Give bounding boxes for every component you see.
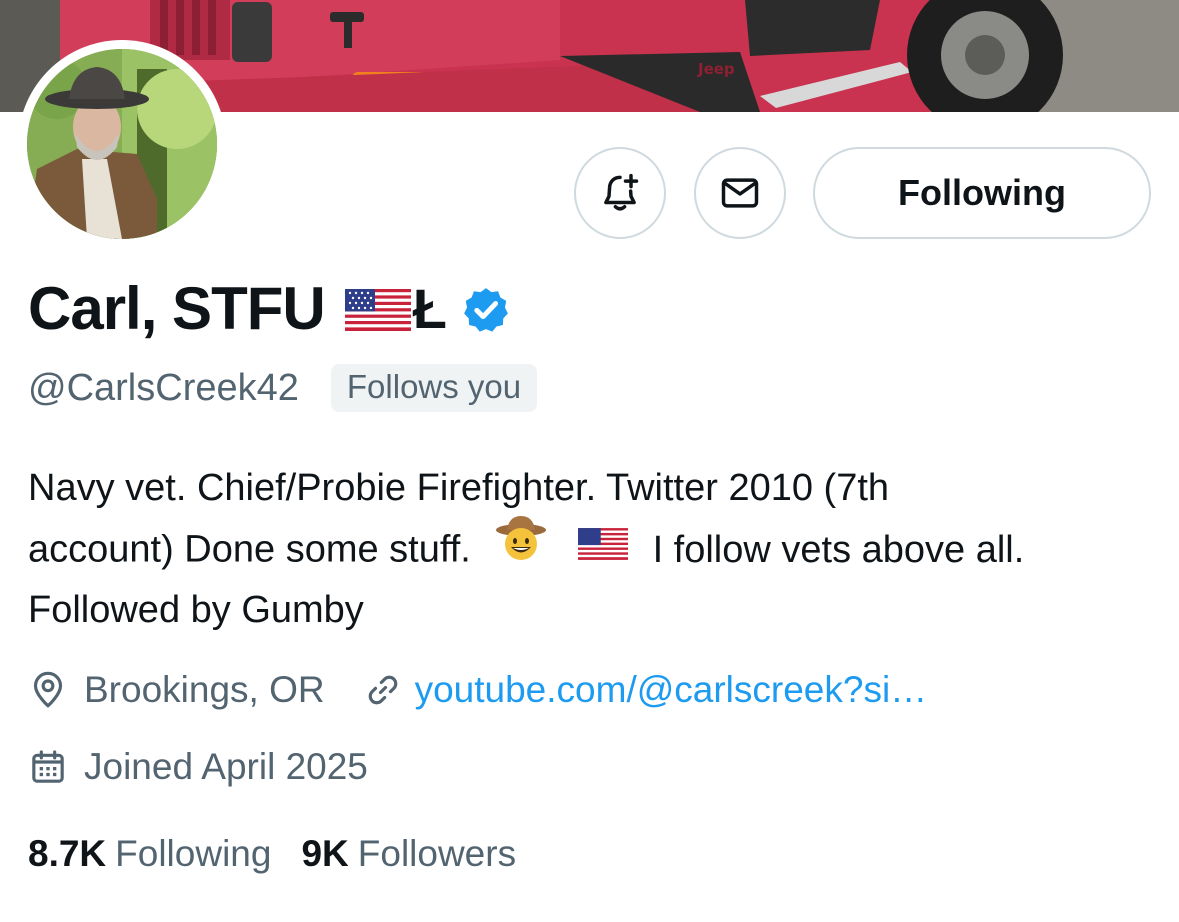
bio-line-2: account) Done some stuff. I follow vets … [28,516,1158,581]
follows-you-badge: Follows you [330,364,538,412]
avatar-image [27,49,217,239]
display-name: Carl, STFU [28,274,326,342]
bio-line-3: Followed by Gumby [28,589,364,631]
profile-stats-row: 8.7K Following 9K Followers [28,828,516,880]
profile-website-link[interactable]: youtube.com/@carlscreek?si… [415,669,928,711]
message-button[interactable] [694,147,786,239]
profile-page: Jeep Following Carl, STFU Ł @CarlsCreek4… [0,0,1179,922]
profile-name-row: Carl, STFU Ł [28,273,511,343]
following-stat-link[interactable]: 8.7K Following [28,833,271,875]
notify-button[interactable] [574,147,666,239]
profile-handle-row: @CarlsCreek42 Follows you [28,360,538,416]
following-label: Following [115,833,272,874]
joined-date-text: Joined April 2025 [84,746,368,787]
us-flag-icon [578,518,628,579]
name-suffix: Ł [412,276,447,340]
envelope-icon [721,178,759,208]
profile-meta-joined-row: Joined April 2025 [28,742,368,792]
location-text: Brookings, OR [84,669,325,710]
following-count: 8.7K [28,833,107,874]
bell-plus-icon [604,173,639,211]
calendar-icon [32,750,64,783]
cowboy-hat-face-icon [495,516,547,581]
bio-line-2-text-a: account) Done some stuff. [28,528,471,571]
followers-stat-link[interactable]: 9K Followers [301,833,516,875]
profile-bio: Navy vet. Chief/Probie Firefighter. Twit… [28,458,1158,641]
avatar[interactable] [18,40,226,248]
followers-label: Followers [357,833,517,874]
us-flag-icon [344,289,411,331]
jeep-badge-text: Jeep [697,60,735,78]
bio-line-2-text-b: I follow vets above all. [652,528,1025,571]
bio-line-1: Navy vet. Chief/Probie Firefighter. Twit… [28,467,890,509]
profile-meta-location-row: Brookings, OR youtube.com/@carlscreek?si… [28,665,927,715]
map-pin-icon [33,671,63,708]
verified-badge-icon[interactable] [461,285,511,335]
link-icon [368,675,397,705]
following-button[interactable]: Following [813,147,1151,239]
followers-count: 9K [301,833,349,874]
user-handle: @CarlsCreek42 [28,366,299,409]
